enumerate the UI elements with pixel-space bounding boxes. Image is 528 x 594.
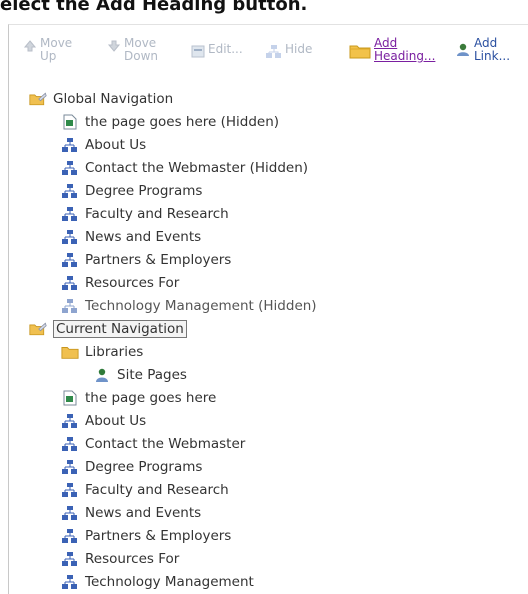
tree-item[interactable]: About Us <box>61 410 146 432</box>
sitemap-icon <box>61 182 79 200</box>
sitemap-icon <box>61 550 79 568</box>
tree-item[interactable]: Contact the Webmaster <box>61 433 245 455</box>
toolbar: Move Up Move Down Edit... Hide Add Headi… <box>9 25 528 85</box>
tree-item[interactable]: Contact the Webmaster (Hidden) <box>61 157 308 179</box>
sitemap-icon <box>61 251 79 269</box>
tree-item[interactable]: Partners & Employers <box>61 525 231 547</box>
tree-item-label: About Us <box>85 137 147 153</box>
tree-item[interactable]: the page goes here (Hidden) <box>61 111 279 133</box>
tree-item[interactable]: the page goes here <box>61 387 216 409</box>
move-up-button[interactable]: Move Up <box>23 37 72 63</box>
edit-button[interactable]: Edit... <box>191 43 243 61</box>
tree-item-label: Site Pages <box>117 367 187 383</box>
link-icon <box>93 366 111 384</box>
sitemap-icon <box>61 159 79 177</box>
sitemap-icon <box>61 573 79 591</box>
tree-item-label: Faculty and Research <box>85 482 229 498</box>
add-heading-icon <box>349 43 371 62</box>
tree-item-label: Degree Programs <box>85 459 203 475</box>
tree-item[interactable]: News and Events <box>61 502 201 524</box>
tree-item-label: Resources For <box>85 551 180 567</box>
tree-item-label: News and Events <box>85 505 202 521</box>
tree-item-label: About Us <box>85 413 147 429</box>
add-link-button[interactable]: Add Link... <box>455 37 510 63</box>
move-down-button[interactable]: Move Down <box>107 37 158 63</box>
move-up-icon <box>23 39 37 56</box>
tree-item[interactable]: Technology Management (Hidden) <box>61 295 317 317</box>
tree-item-label: the page goes here (Hidden) <box>85 114 280 130</box>
sitemap-icon <box>61 435 79 453</box>
tree-item[interactable]: Resources For <box>61 548 179 570</box>
tree-item[interactable]: Technology Management <box>61 571 254 593</box>
heading-folder-icon <box>29 90 47 108</box>
tree-item[interactable]: Faculty and Research <box>61 479 229 501</box>
folder-icon <box>61 343 79 361</box>
heading-folder-icon <box>29 320 47 338</box>
tree-item-label: Faculty and Research <box>85 206 229 222</box>
sitemap-icon <box>61 136 79 154</box>
tree-item[interactable]: Degree Programs <box>61 180 202 202</box>
sitemap-icon <box>61 458 79 476</box>
sitemap-icon <box>61 504 79 522</box>
tree-item-label: Libraries <box>85 344 144 360</box>
tree-item-label: News and Events <box>85 229 202 245</box>
tree-heading-current[interactable]: Current Navigation <box>29 318 187 340</box>
tree-item-label: Degree Programs <box>85 183 203 199</box>
tree-item[interactable]: Resources For <box>61 272 179 294</box>
tree-item[interactable]: Faculty and Research <box>61 203 229 225</box>
tree-item[interactable]: Partners & Employers <box>61 249 231 271</box>
sitemap-icon <box>61 297 79 315</box>
move-down-icon <box>107 39 121 56</box>
tree-heading-global[interactable]: Global Navigation <box>29 88 173 110</box>
page-icon <box>61 389 79 407</box>
tree-item-label: Contact the Webmaster <box>85 436 246 452</box>
add-heading-button[interactable]: Add Heading... <box>349 37 435 63</box>
tree-item-label: Partners & Employers <box>85 528 232 544</box>
page-icon <box>61 113 79 131</box>
sitemap-icon <box>61 481 79 499</box>
instruction-caption: elect the Add Heading button. <box>0 0 308 15</box>
hide-label: Hide <box>285 42 313 56</box>
tree-item-site-pages[interactable]: Site Pages <box>93 364 187 386</box>
hide-icon <box>266 45 282 62</box>
tree-heading-label: Current Navigation <box>53 320 187 338</box>
add-link-icon <box>455 42 471 61</box>
tree-item-label: Technology Management (Hidden) <box>85 298 317 314</box>
add-heading-label: Add Heading... <box>374 36 436 63</box>
edit-icon <box>191 45 205 61</box>
move-down-label: Move Down <box>124 36 159 63</box>
sitemap-icon <box>61 205 79 223</box>
add-link-label: Add Link... <box>474 36 511 63</box>
edit-label: Edit... <box>208 42 243 56</box>
sitemap-icon <box>61 412 79 430</box>
sitemap-icon <box>61 527 79 545</box>
tree-item-label: Technology Management <box>85 574 254 590</box>
tree-item-label: Resources For <box>85 275 180 291</box>
tree-item[interactable]: Degree Programs <box>61 456 202 478</box>
navigation-editor: Move Up Move Down Edit... Hide Add Headi… <box>8 24 528 594</box>
tree-item-libraries[interactable]: Libraries <box>61 341 143 363</box>
tree-item-label: the page goes here <box>85 390 217 406</box>
tree-item[interactable]: News and Events <box>61 226 201 248</box>
tree-heading-label: Global Navigation <box>53 91 174 107</box>
sitemap-icon <box>61 228 79 246</box>
sitemap-icon <box>61 274 79 292</box>
tree-item-label: Contact the Webmaster (Hidden) <box>85 160 309 176</box>
move-up-label: Move Up <box>40 36 73 63</box>
tree-item[interactable]: About Us <box>61 134 146 156</box>
hide-button[interactable]: Hide <box>266 43 312 62</box>
tree-item-label: Partners & Employers <box>85 252 232 268</box>
